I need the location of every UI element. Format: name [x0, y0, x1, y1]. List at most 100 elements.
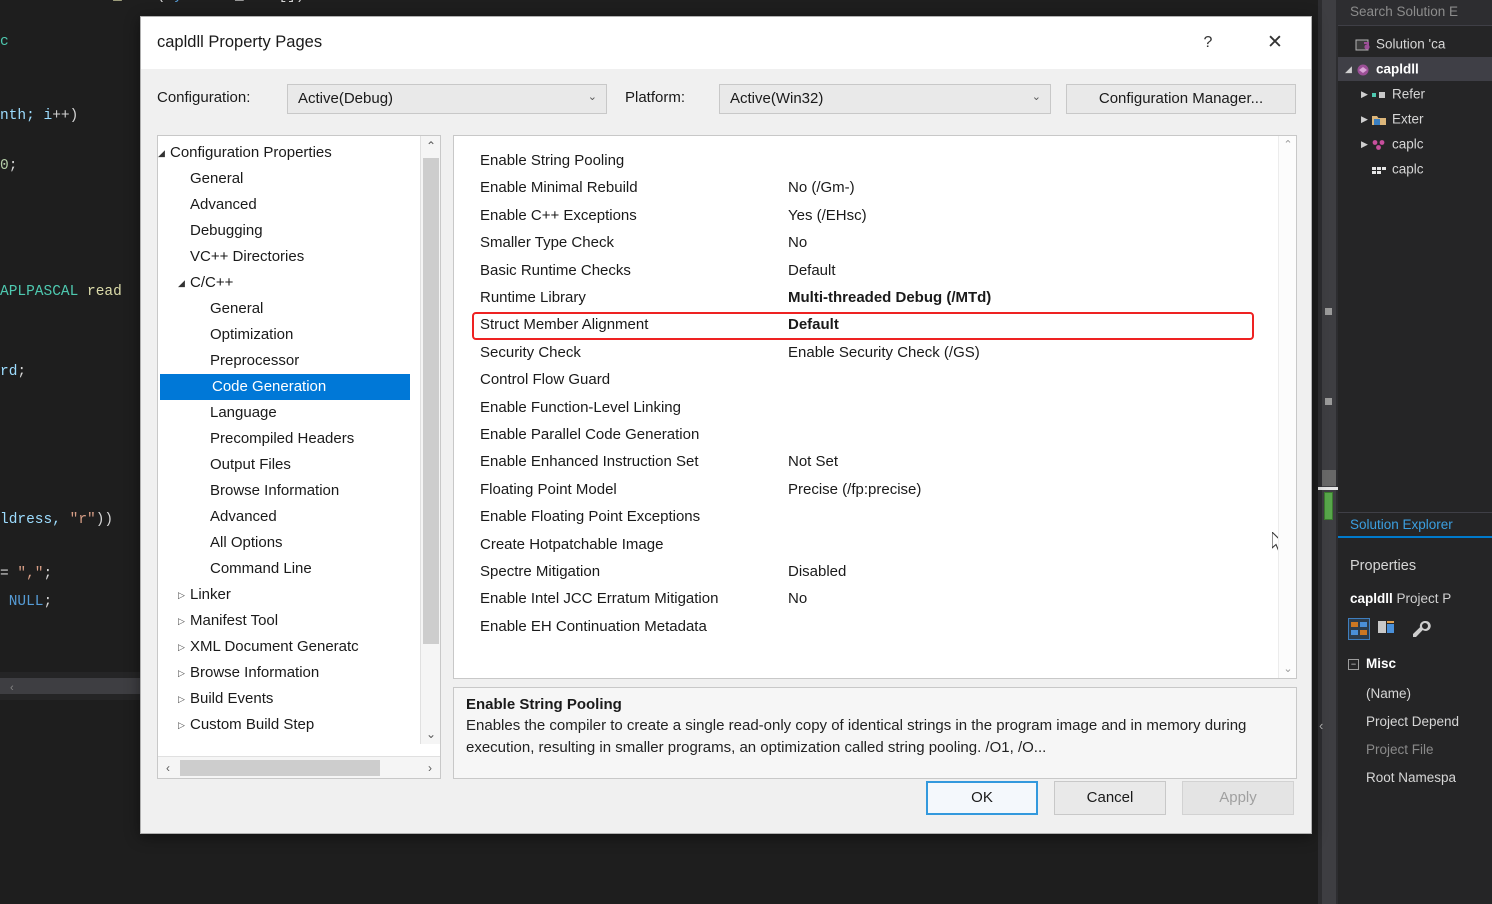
property-grid-row[interactable]: Floating Point Model Precise (/fp:precise… — [454, 479, 1278, 506]
property-grid-row[interactable]: Runtime Library Multi-threaded Debug (/MT… — [454, 287, 1278, 314]
chevron-down-icon[interactable]: ⌄ — [1032, 90, 1041, 103]
solution-tree-item[interactable]: ◢ capldll — [1338, 57, 1492, 81]
config-tree-item[interactable]: ▷ XML Document Generatc — [158, 634, 420, 660]
configuration-dropdown[interactable]: Active(Debug) ⌄ — [287, 84, 607, 114]
property-value[interactable]: No — [788, 234, 807, 251]
property-value[interactable]: Default — [788, 262, 836, 279]
config-tree-item[interactable]: Preprocessor — [158, 348, 420, 374]
scroll-right-icon[interactable]: › — [420, 757, 440, 779]
property-grid-row[interactable]: Enable Function-Level Linking — [454, 397, 1278, 424]
config-tree-item[interactable]: ▷ Manifest Tool — [158, 608, 420, 634]
property-grid-row[interactable]: Create Hotpatchable Image — [454, 534, 1278, 561]
property-pages-wrench-icon[interactable] — [1410, 618, 1432, 640]
grid-vertical-scrollbar[interactable]: ⌃ ⌄ — [1278, 136, 1296, 678]
expander-closed-icon[interactable]: ▷ — [178, 712, 185, 738]
config-tree-item[interactable]: ◢ C/C++ — [158, 270, 420, 296]
config-tree-item[interactable]: Advanced — [158, 504, 420, 530]
categorized-icon[interactable] — [1348, 618, 1370, 640]
scroll-down-icon[interactable]: ⌄ — [421, 724, 441, 744]
property-grid-row[interactable]: Enable String Pooling — [454, 150, 1278, 177]
expander-closed-icon[interactable]: ▶ — [1358, 107, 1371, 131]
config-tree-item[interactable]: Language — [158, 400, 420, 426]
expander-closed-icon[interactable]: ▷ — [178, 660, 185, 686]
expander-open-icon[interactable]: ◢ — [158, 140, 165, 166]
code-editor-text[interactable]: APLPASCAL ini_data(byte b/c_list[])cnth;… — [0, 0, 305, 690]
scroll-down-icon[interactable]: ⌄ — [1279, 660, 1297, 678]
property-row-label[interactable]: (Name) — [1366, 686, 1411, 701]
collapse-icon[interactable]: − — [1348, 658, 1359, 670]
solution-tree-item[interactable]: ▶ Refer — [1338, 82, 1492, 106]
property-grid-row[interactable]: Enable Parallel Code Generation — [454, 424, 1278, 451]
scroll-left-icon[interactable]: ‹ — [158, 757, 178, 779]
ok-button[interactable]: OK — [926, 781, 1038, 815]
property-grid-row[interactable]: Enable EH Continuation Metadata — [454, 616, 1278, 643]
help-icon[interactable]: ? — [1186, 27, 1230, 59]
solution-tree-item[interactable]: caplc — [1338, 157, 1492, 181]
config-tree-item[interactable]: General — [158, 166, 420, 192]
config-tree-item[interactable]: ▷ Linker — [158, 582, 420, 608]
property-grid-row[interactable]: Enable Intel JCC Erratum Mitigation No — [454, 588, 1278, 615]
property-grid-row[interactable]: Basic Runtime Checks Default — [454, 260, 1278, 287]
tree-scrollbar-thumb[interactable] — [423, 158, 439, 644]
solution-explorer-tab[interactable]: Solution Explorer — [1338, 512, 1492, 538]
config-tree-item[interactable]: ◢ Configuration Properties — [158, 140, 420, 166]
expander-closed-icon[interactable]: ▷ — [178, 582, 185, 608]
solution-explorer-search-box[interactable]: Search Solution E — [1338, 0, 1492, 26]
config-tree-item[interactable]: All Options — [158, 530, 420, 556]
expander-closed-icon[interactable]: ▷ — [178, 634, 185, 660]
expander-open-icon[interactable]: ◢ — [178, 270, 185, 296]
property-grid[interactable]: Enable String Pooling Enable Minimal Rebu… — [454, 136, 1278, 678]
property-value[interactable]: No (/Gm-) — [788, 179, 855, 196]
chevron-left-icon[interactable]: ‹ — [1319, 718, 1323, 733]
configuration-manager-button[interactable]: Configuration Manager... — [1066, 84, 1296, 114]
config-tree-item[interactable]: Advanced — [158, 192, 420, 218]
property-value[interactable]: Default — [788, 316, 839, 333]
property-value[interactable]: Enable Security Check (/GS) — [788, 344, 980, 361]
config-tree-item[interactable]: ▷ Custom Build Step — [158, 712, 420, 738]
cancel-button[interactable]: Cancel — [1054, 781, 1166, 815]
property-grid-row[interactable]: Enable Enhanced Instruction Set Not Set — [454, 451, 1278, 478]
solution-tree-item[interactable]: ▶ Exter — [1338, 107, 1492, 131]
property-value[interactable]: No — [788, 590, 807, 607]
config-tree-item[interactable]: General — [158, 296, 420, 322]
property-grid-row[interactable]: Security Check Enable Security Check (/GS… — [454, 342, 1278, 369]
close-icon[interactable]: ✕ — [1253, 27, 1297, 59]
property-row-label[interactable]: Project Depend — [1366, 714, 1459, 729]
editor-horizontal-scrollbar[interactable] — [0, 678, 140, 694]
property-value[interactable]: Not Set — [788, 453, 838, 470]
expander-closed-icon[interactable]: ▷ — [178, 608, 185, 634]
property-row-label[interactable]: Project File — [1366, 742, 1434, 757]
platform-dropdown[interactable]: Active(Win32) ⌄ — [719, 84, 1051, 114]
property-grid-row[interactable]: Smaller Type Check No — [454, 232, 1278, 259]
solution-tree-item[interactable]: ▶ caplc — [1338, 132, 1492, 156]
scroll-up-icon[interactable]: ⌃ — [1279, 136, 1297, 154]
chevron-down-icon[interactable]: ⌄ — [588, 90, 597, 103]
scroll-left-icon[interactable]: ‹ — [10, 682, 14, 694]
property-grid-row[interactable]: Control Flow Guard — [454, 369, 1278, 396]
config-tree-item[interactable]: Optimization — [158, 322, 420, 348]
solution-tree-item[interactable]: Solution 'ca — [1338, 32, 1492, 56]
alphabetical-icon[interactable] — [1376, 618, 1398, 640]
properties-category-misc[interactable]: − Misc — [1348, 656, 1396, 671]
configuration-tree[interactable]: ◢ Configuration Properties General Advanced… — [158, 136, 420, 744]
config-tree-item[interactable]: ▷ Build Events — [158, 686, 420, 712]
property-value[interactable]: Precise (/fp:precise) — [788, 481, 921, 498]
config-tree-item[interactable]: VC++ Directories — [158, 244, 420, 270]
property-grid-row[interactable]: Enable C++ Exceptions Yes (/EHsc) — [454, 205, 1278, 232]
property-value[interactable]: Yes (/EHsc) — [788, 207, 867, 224]
expander-closed-icon[interactable]: ▷ — [178, 686, 185, 712]
config-tree-item[interactable]: Command Line — [158, 556, 420, 582]
scroll-up-icon[interactable]: ⌃ — [421, 136, 441, 156]
property-grid-row[interactable]: Struct Member Alignment Default — [454, 314, 1278, 341]
tree-horizontal-scrollbar[interactable]: ‹ › — [158, 756, 440, 778]
config-tree-item[interactable]: Precompiled Headers — [158, 426, 420, 452]
scrollbar-thumb[interactable] — [1322, 470, 1336, 486]
property-row-label[interactable]: Root Namespa — [1366, 770, 1456, 785]
tree-vertical-scrollbar[interactable]: ⌃ ⌄ — [420, 136, 440, 744]
tree-hscrollbar-thumb[interactable] — [180, 760, 380, 776]
property-value[interactable]: Multi-threaded Debug (/MTd) — [788, 289, 991, 306]
property-value[interactable]: Disabled — [788, 563, 846, 580]
config-tree-item[interactable]: ▷ Browse Information — [158, 660, 420, 686]
property-grid-row[interactable]: Enable Minimal Rebuild No (/Gm-) — [454, 177, 1278, 204]
config-tree-item[interactable]: Code Generation — [160, 374, 410, 400]
